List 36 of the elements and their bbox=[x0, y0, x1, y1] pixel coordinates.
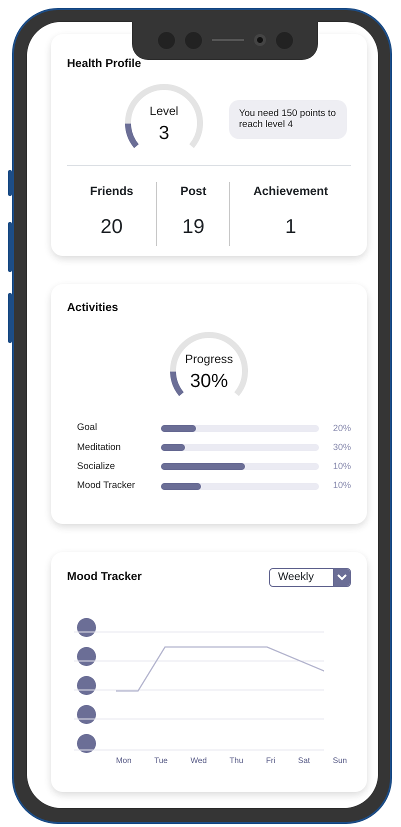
day-label: Tue bbox=[154, 755, 168, 767]
day-label: Sun bbox=[332, 755, 347, 767]
activity-label: Mood Tracker bbox=[77, 479, 136, 493]
day-label: Mon bbox=[116, 755, 132, 767]
gauge-label: Progress bbox=[184, 352, 234, 366]
day-label: Wed bbox=[190, 755, 207, 767]
hint-bubble: You need 150 points to reach level 4 bbox=[229, 100, 347, 139]
progress-reading: 10% bbox=[332, 460, 351, 474]
activity-label: Meditation bbox=[77, 440, 122, 454]
card-title: Health Profile bbox=[67, 57, 142, 72]
period-dropdown[interactable]: Weekly bbox=[269, 568, 351, 587]
chevron-down-icon bbox=[336, 574, 346, 581]
stat-label: Post bbox=[180, 183, 206, 200]
gauge-label: Level bbox=[150, 104, 178, 118]
stat-value: 20 bbox=[100, 215, 123, 240]
gauge-value: 30% bbox=[190, 371, 228, 392]
mood-level-icon bbox=[77, 734, 96, 753]
day-label: Thu bbox=[229, 755, 244, 767]
gauge-value: 3 bbox=[158, 123, 170, 144]
mood-level-icon bbox=[77, 705, 96, 724]
stat-value: 1 bbox=[285, 215, 296, 240]
progress-reading: 10% bbox=[332, 479, 351, 492]
stat-value: 19 bbox=[182, 215, 204, 240]
day-label: Sat bbox=[298, 755, 310, 767]
progress-reading: 20% bbox=[332, 422, 351, 435]
stat-label: Friends bbox=[90, 183, 134, 200]
activity-label: Socialize bbox=[77, 460, 116, 474]
activity-label: Goal bbox=[77, 421, 98, 436]
day-label: Fri bbox=[266, 755, 276, 767]
card-title: Activities bbox=[67, 301, 120, 316]
progress-reading: 30% bbox=[332, 440, 351, 454]
mood-level-icon bbox=[77, 618, 96, 637]
stat-label: Achievement bbox=[253, 183, 328, 200]
mood-level-icon bbox=[77, 676, 96, 695]
mood-level-icon bbox=[77, 647, 96, 666]
card-title: Mood Tracker bbox=[67, 570, 142, 585]
